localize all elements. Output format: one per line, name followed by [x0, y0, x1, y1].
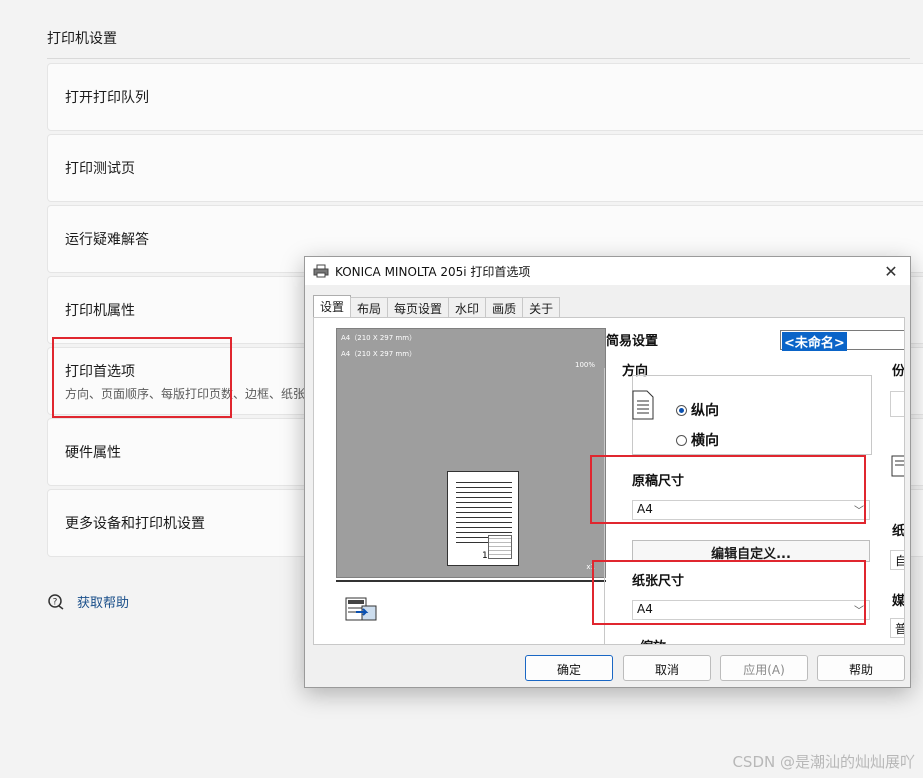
preview-zoom: 100% [574, 361, 595, 369]
help-button[interactable]: 帮助 [817, 655, 905, 681]
media-select[interactable]: 普 [890, 618, 904, 638]
thumbnail-grid [488, 535, 512, 559]
media-value: 普 [895, 622, 904, 636]
media-label-fragment: 媒 [892, 594, 905, 609]
highlight-box-original-size [590, 455, 866, 524]
card-print-test-page[interactable]: 打印测试页 [47, 134, 923, 202]
page-preview: A4（210 X 297 mm） A4（210 X 297 mm） 100% x… [336, 328, 606, 578]
ok-button[interactable]: 确定 [525, 655, 613, 681]
apply-button[interactable]: 应用(A) [720, 655, 808, 681]
section-title: 打印机设置 [47, 31, 117, 47]
easy-setting-name-field[interactable]: <未命名> [780, 330, 904, 351]
paper-source-value: 自 [895, 554, 904, 568]
card-label: 运行疑难解答 [65, 232, 149, 248]
copies-input[interactable] [890, 391, 904, 417]
tab-quality[interactable]: 画质 [485, 297, 524, 317]
thumbnail-page-number: 1 [482, 551, 488, 561]
paper-source-label-fragment: 纸 [892, 524, 905, 539]
tab-per-page[interactable]: 每页设置 [387, 297, 450, 317]
tab-about[interactable]: 关于 [522, 297, 561, 317]
section-divider [47, 58, 910, 59]
paper-source-select[interactable]: 自 [890, 550, 904, 570]
close-icon[interactable]: ✕ [872, 257, 910, 285]
orientation-group [632, 375, 872, 455]
radio-landscape[interactable]: 横向 [676, 430, 719, 450]
highlight-box-paper-size [592, 560, 866, 625]
printer-device-icon [345, 597, 377, 621]
radio-portrait[interactable]: 纵向 [676, 400, 719, 420]
page-thumbnail: 1 [447, 471, 519, 566]
radio-landscape-label: 横向 [691, 433, 719, 449]
printer-icon [313, 264, 329, 278]
svg-text:?: ? [53, 597, 58, 607]
portrait-page-icon [632, 390, 654, 420]
dialog-tabs: 设置 布局 每页设置 水印 画质 关于 [313, 295, 561, 317]
easy-setting-value: <未命名> [782, 332, 847, 351]
help-icon: ? [48, 593, 64, 610]
zoom-label-partial: 缩放 [640, 636, 666, 644]
preview-size-line2: A4（210 X 297 mm） [341, 350, 417, 358]
tab-watermark[interactable]: 水印 [448, 297, 487, 317]
edit-custom-button[interactable]: 编辑自定义... [632, 540, 870, 562]
radio-dot [676, 434, 687, 446]
card-label: 打开打印队列 [65, 90, 149, 106]
easy-setting-label: 简易设置 [606, 334, 659, 349]
radio-portrait-label: 纵向 [691, 403, 719, 419]
cancel-button[interactable]: 取消 [623, 655, 711, 681]
card-label: 打印测试页 [65, 161, 135, 177]
help-row[interactable]: ? 获取帮助 [47, 592, 129, 611]
device-preview [336, 580, 606, 644]
card-open-print-queue[interactable]: 打开打印队列 [47, 63, 923, 131]
tab-layout[interactable]: 布局 [350, 297, 389, 317]
watermark: CSDN @是潮汕的灿灿展吖 [732, 753, 915, 771]
radio-dot-selected [676, 404, 687, 416]
preview-size-line1: A4（210 X 297 mm） [341, 334, 417, 342]
help-link[interactable]: 获取帮助 [77, 592, 129, 611]
dialog-titlebar: KONICA MINOLTA 205i 打印首选项 ✕ [305, 257, 910, 285]
tab-settings[interactable]: 设置 [313, 295, 352, 317]
paper-tray-icon [891, 455, 904, 477]
dialog-title: KONICA MINOLTA 205i 打印首选项 [335, 264, 531, 279]
highlight-box-preferences [52, 337, 232, 418]
copies-label-fragment: 份 [892, 364, 905, 379]
